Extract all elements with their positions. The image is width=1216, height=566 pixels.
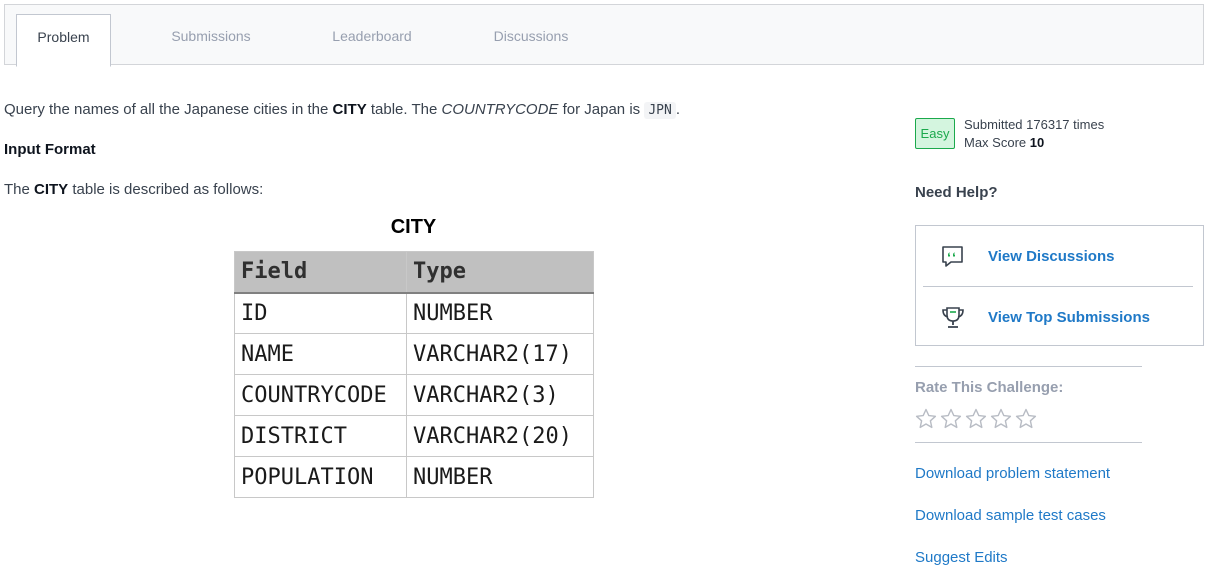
tab-submissions[interactable]: Submissions — [151, 5, 271, 66]
max-score: Max Score 10 — [964, 135, 1044, 150]
type-cell: NUMBER — [406, 292, 594, 334]
table-row: NAME VARCHAR2(17) — [234, 333, 594, 375]
city-table-title: CITY — [390, 216, 437, 238]
star-icon[interactable] — [939, 407, 963, 431]
field-cell: ID — [234, 292, 407, 334]
tab-leaderboard[interactable]: Leaderboard — [312, 5, 432, 66]
view-discussions-link[interactable]: View Discussions — [916, 226, 1203, 286]
help-box: View Discussions View Top Submissions — [915, 225, 1204, 346]
table-row: DISTRICT VARCHAR2(20) — [234, 415, 594, 457]
star-icon[interactable] — [1014, 407, 1038, 431]
discussion-icon — [942, 246, 963, 267]
table-row: ID NUMBER — [234, 292, 594, 334]
table-name: CITY — [332, 101, 367, 118]
star-icon[interactable] — [914, 407, 938, 431]
submitted-count: Submitted 176317 times — [964, 117, 1105, 132]
need-help-heading: Need Help? — [915, 184, 998, 201]
problem-statement: Query the names of all the Japanese citi… — [4, 100, 680, 121]
type-cell: NUMBER — [406, 456, 594, 498]
statement-text: . — [675, 101, 680, 118]
field-cell: POPULATION — [234, 456, 407, 498]
rating-stars — [914, 407, 1038, 431]
field-cell: NAME — [234, 333, 407, 375]
type-cell: VARCHAR2(3) — [406, 374, 594, 416]
tab-problem[interactable]: Problem — [16, 14, 111, 67]
star-icon[interactable] — [964, 407, 988, 431]
statement-text: table is described as follows: — [68, 181, 264, 198]
header-type: Type — [406, 251, 594, 294]
rate-challenge-label: Rate This Challenge: — [915, 379, 1064, 396]
statement-text: The — [4, 181, 35, 198]
column-name: COUNTRYCODE — [441, 101, 559, 118]
type-cell: VARCHAR2(20) — [406, 415, 594, 457]
table-header-row: Field Type — [234, 251, 594, 294]
statement-text: table. The — [366, 101, 442, 118]
divider — [915, 442, 1142, 443]
header-field: Field — [234, 251, 407, 294]
view-top-submissions-link[interactable]: View Top Submissions — [916, 287, 1203, 347]
challenge-tabs: Problem Submissions Leaderboard Discussi… — [4, 4, 1204, 67]
input-format-heading: Input Format — [4, 141, 96, 158]
table-row: POPULATION NUMBER — [234, 456, 594, 498]
download-problem-statement-link[interactable]: Download problem statement — [915, 465, 1110, 482]
divider — [915, 366, 1142, 367]
download-sample-test-cases-link[interactable]: Download sample test cases — [915, 507, 1106, 524]
max-score-label: Max Score — [964, 135, 1030, 150]
star-icon[interactable] — [989, 407, 1013, 431]
max-score-value: 10 — [1029, 135, 1045, 150]
difficulty-badge: Easy — [915, 118, 955, 149]
table-description: The CITY table is described as follows: — [4, 180, 263, 200]
suggest-edits-link[interactable]: Suggest Edits — [915, 549, 1008, 566]
view-top-submissions-label: View Top Submissions — [988, 308, 1150, 326]
type-cell: VARCHAR2(17) — [406, 333, 594, 375]
statement-text: Query the names of all the Japanese citi… — [4, 101, 333, 118]
city-schema-table: Field Type ID NUMBER NAME VARCHAR2(17) C… — [234, 251, 594, 498]
table-row: COUNTRYCODE VARCHAR2(3) — [234, 374, 594, 416]
tab-discussions[interactable]: Discussions — [471, 5, 591, 66]
statement-text: for Japan is — [558, 101, 645, 118]
inline-code: JPN — [644, 102, 676, 119]
field-cell: DISTRICT — [234, 415, 407, 457]
view-discussions-label: View Discussions — [988, 247, 1115, 265]
trophy-icon — [942, 307, 964, 328]
field-cell: COUNTRYCODE — [234, 374, 407, 416]
table-name: CITY — [34, 181, 69, 198]
